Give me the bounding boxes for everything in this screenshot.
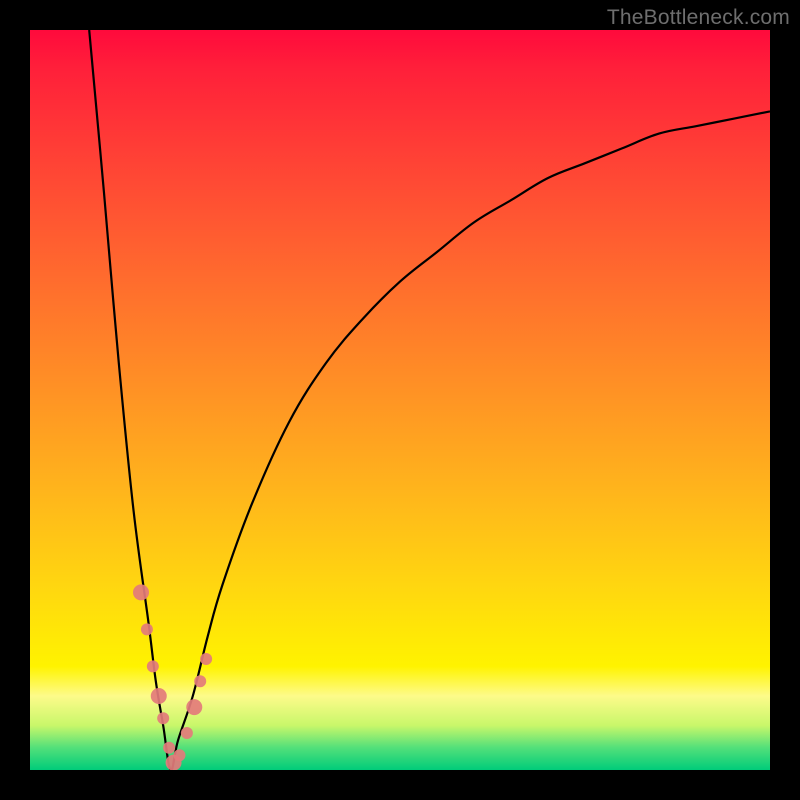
marker-dot: [157, 712, 169, 724]
marker-dot: [133, 584, 149, 600]
marker-dot: [173, 749, 185, 761]
curve-group: [89, 30, 770, 770]
marker-dot: [141, 623, 153, 635]
plot-area: [30, 30, 770, 770]
bottleneck-curve-svg: [30, 30, 770, 770]
marker-dot: [151, 688, 167, 704]
marker-dot: [194, 675, 206, 687]
chart-frame: TheBottleneck.com: [0, 0, 800, 800]
watermark-text: TheBottleneck.com: [607, 6, 790, 30]
marker-dot: [186, 699, 202, 715]
marker-group: [133, 584, 212, 770]
marker-dot: [181, 727, 193, 739]
marker-dot: [163, 742, 175, 754]
bottleneck-curve: [89, 30, 770, 770]
marker-dot: [200, 653, 212, 665]
marker-dot: [147, 660, 159, 672]
